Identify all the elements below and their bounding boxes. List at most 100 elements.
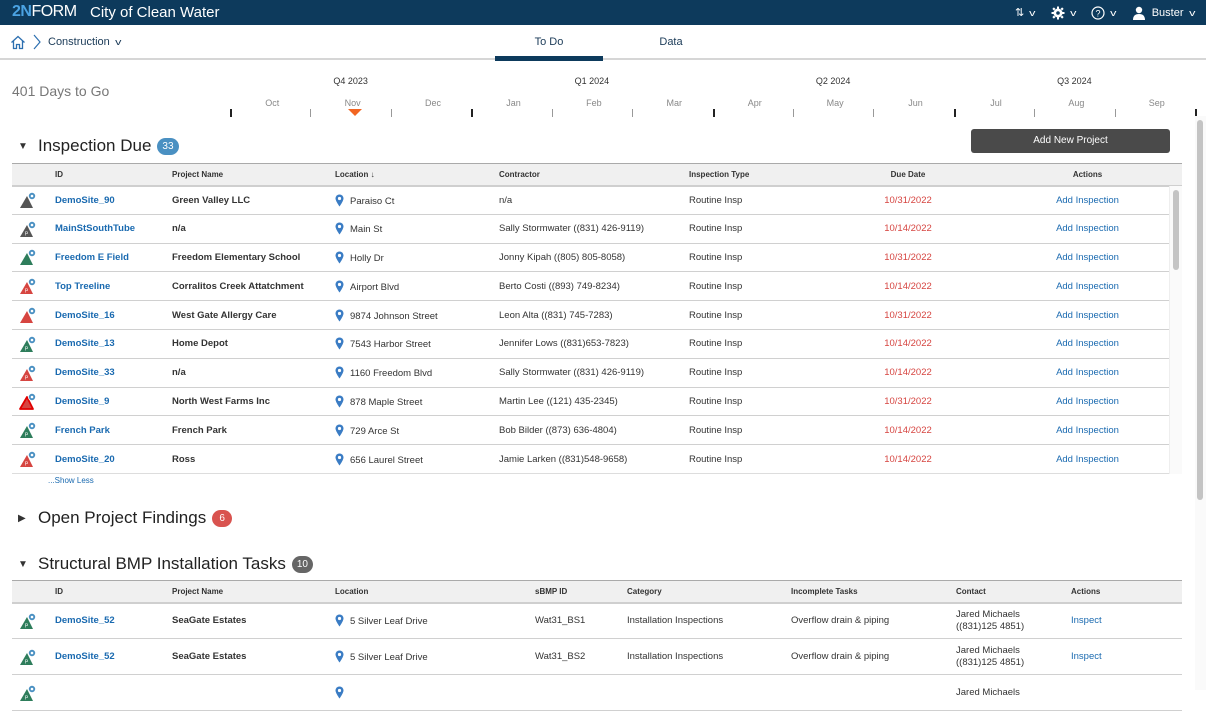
col-actions: Actions xyxy=(993,163,1182,187)
table-row[interactable]: P Top Treeline Corralitos Creek Attatchmen… xyxy=(12,271,1182,302)
project-id-link[interactable]: DemoSite_90 xyxy=(49,185,166,215)
add-new-project-button[interactable]: Add New Project xyxy=(971,129,1170,153)
project-name: Ross xyxy=(166,444,329,474)
project-site-icon: P xyxy=(20,335,36,352)
project-id-link[interactable]: Top Treeline xyxy=(49,271,166,302)
add-inspection-link[interactable]: Add Inspection xyxy=(993,271,1182,302)
user-menu[interactable]: Buster v xyxy=(1132,6,1195,20)
location-cell: 878 Maple Street xyxy=(329,387,493,417)
add-inspection-link[interactable]: Add Inspection xyxy=(993,214,1182,244)
location-text: 7543 Harbor Street xyxy=(350,339,431,351)
project-id-link[interactable]: French Park xyxy=(49,415,166,446)
table-row[interactable]: DemoSite_90 Green Valley LLC Paraiso Ct n/a… xyxy=(12,185,1182,215)
project-name: Corralitos Creek Attatchment xyxy=(166,271,329,302)
col-due-date[interactable]: Due Date xyxy=(823,163,993,187)
table-row[interactable]: P Jared Michaels xyxy=(12,674,1182,711)
table-row[interactable]: P MainStSouthTube n/a Main St Sally Stormwat… xyxy=(12,214,1182,244)
help-menu[interactable]: ? v xyxy=(1091,5,1117,20)
show-less-link[interactable]: ...Show Less xyxy=(48,476,94,485)
col-incomplete-tasks[interactable]: Incomplete Tasks xyxy=(785,580,950,604)
location-text: 1160 Freedom Blvd xyxy=(350,368,433,380)
section-open-findings[interactable]: ▶ Open Project Findings 6 xyxy=(18,508,233,528)
inspect-link[interactable] xyxy=(1065,674,1182,711)
sbmp-id xyxy=(529,674,621,711)
project-id-link[interactable] xyxy=(49,674,166,711)
add-inspection-link[interactable]: Add Inspection xyxy=(993,358,1182,388)
col-location[interactable]: Location ↓ xyxy=(329,163,493,187)
col-contact[interactable]: Contact xyxy=(950,580,1065,604)
tab-data[interactable]: Data xyxy=(617,25,725,60)
section-title: Inspection Due xyxy=(38,136,152,155)
breadcrumb-construction[interactable]: Construction xyxy=(48,36,110,48)
add-inspection-link[interactable]: Add Inspection xyxy=(993,329,1182,359)
project-id-link[interactable]: DemoSite_16 xyxy=(49,300,166,330)
tab-todo[interactable]: To Do xyxy=(495,25,603,61)
col-project-name[interactable]: Project Name xyxy=(166,580,329,604)
home-icon[interactable] xyxy=(10,35,26,50)
due-date: 10/14/2022 xyxy=(823,358,993,388)
add-inspection-link[interactable]: Add Inspection xyxy=(993,185,1182,215)
col-sbmp-id[interactable]: sBMP ID xyxy=(529,580,621,604)
project-site-icon: P xyxy=(20,451,36,468)
table-row[interactable]: P DemoSite_20 Ross 656 Laurel Street Jamie L… xyxy=(12,444,1182,474)
table-row[interactable]: Freedom E Field Freedom Elementary School… xyxy=(12,243,1182,273)
table-row[interactable]: P DemoSite_52 SeaGate Estates 5 Silver Leaf… xyxy=(12,638,1182,675)
add-inspection-link[interactable]: Add Inspection xyxy=(993,300,1182,330)
location-pin-icon xyxy=(335,686,344,698)
sort-menu[interactable]: ⇅ v xyxy=(1015,6,1036,19)
chevron-down-icon[interactable]: v xyxy=(115,37,121,47)
col-project-name[interactable]: Project Name xyxy=(166,163,329,187)
sub-nav: Construction v To Do Data xyxy=(0,25,1206,61)
add-inspection-link[interactable]: Add Inspection xyxy=(993,415,1182,446)
page-scrollbar[interactable] xyxy=(1195,116,1206,690)
inspect-link[interactable]: Inspect xyxy=(1065,638,1182,675)
col-id[interactable]: ID xyxy=(49,580,166,604)
table-scrollbar-thumb[interactable] xyxy=(1173,190,1179,270)
project-id-link[interactable]: DemoSite_20 xyxy=(49,444,166,474)
page-scrollbar-thumb[interactable] xyxy=(1197,120,1203,500)
table-scrollbar[interactable] xyxy=(1169,186,1182,474)
table-row[interactable]: P DemoSite_52 SeaGate Estates 5 Silver Leaf… xyxy=(12,602,1182,639)
project-site-icon: P xyxy=(20,648,36,665)
table-row[interactable]: DemoSite_16 West Gate Allergy Care 9874 Jo… xyxy=(12,300,1182,330)
project-id-link[interactable]: MainStSouthTube xyxy=(49,214,166,244)
user-name: Buster xyxy=(1151,6,1184,19)
add-inspection-link[interactable]: Add Inspection xyxy=(993,444,1182,474)
project-site-icon: P xyxy=(20,364,36,381)
table-row[interactable]: P French Park French Park 729 Arce St Bob Bi… xyxy=(12,415,1182,446)
col-contractor[interactable]: Contractor xyxy=(493,163,683,187)
timeline-month: Sep xyxy=(1148,98,1165,108)
col-inspection-type[interactable]: Inspection Type xyxy=(683,163,823,187)
col-id[interactable]: ID xyxy=(49,163,166,187)
project-id-link[interactable]: DemoSite_52 xyxy=(49,602,166,639)
project-id-link[interactable]: DemoSite_13 xyxy=(49,329,166,359)
project-id-link[interactable]: Freedom E Field xyxy=(49,243,166,273)
table-row[interactable]: DemoSite_9 North West Farms Inc 878 Maple … xyxy=(12,387,1182,417)
project-id-link[interactable]: DemoSite_9 xyxy=(49,387,166,417)
inspection-type: Routine Insp xyxy=(683,185,823,215)
caret-down-icon[interactable]: ▼ xyxy=(18,141,32,152)
caret-down-icon[interactable]: ▼ xyxy=(18,559,32,570)
col-location[interactable]: Location xyxy=(329,580,529,604)
section-inspection-due[interactable]: ▼ Inspection Due 33 xyxy=(18,136,179,156)
timeline-month: May xyxy=(826,98,844,108)
status-cell: P xyxy=(12,602,49,639)
due-date: 10/14/2022 xyxy=(823,329,993,359)
section-bmp-tasks[interactable]: ▼ Structural BMP Installation Tasks 10 xyxy=(18,554,313,574)
table-row[interactable]: P DemoSite_33 n/a 1160 Freedom Blvd Sally St… xyxy=(12,358,1182,388)
inspect-link[interactable]: Inspect xyxy=(1065,602,1182,639)
add-inspection-link[interactable]: Add Inspection xyxy=(993,387,1182,417)
project-site-icon: P xyxy=(20,278,36,295)
project-id-link[interactable]: DemoSite_33 xyxy=(49,358,166,388)
status-cell: P xyxy=(12,358,49,388)
add-inspection-link[interactable]: Add Inspection xyxy=(993,243,1182,273)
table-row[interactable]: P DemoSite_13 Home Depot 7543 Harbor Street… xyxy=(12,329,1182,359)
settings-menu[interactable]: v xyxy=(1051,6,1076,20)
location-text: Holly Dr xyxy=(350,252,384,264)
timeline-month: Jan xyxy=(506,98,521,108)
caret-right-icon[interactable]: ▶ xyxy=(18,513,32,524)
col-category[interactable]: Category xyxy=(621,580,785,604)
app-logo[interactable]: 2NFORM xyxy=(12,3,77,21)
project-id-link[interactable]: DemoSite_52 xyxy=(49,638,166,675)
inspection-type: Routine Insp xyxy=(683,415,823,446)
